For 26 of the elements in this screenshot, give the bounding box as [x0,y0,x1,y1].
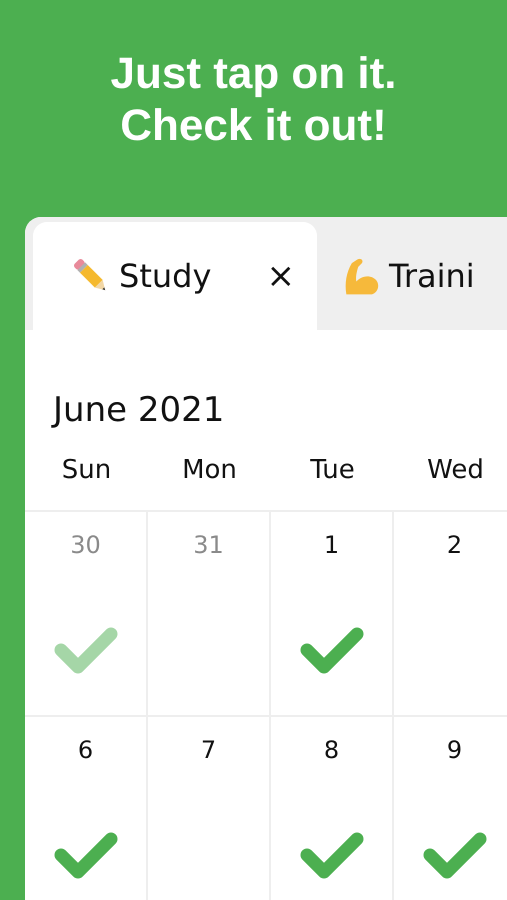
day-number: 2 [446,530,462,560]
tab-label[interactable]: Study [119,257,212,295]
day-cell[interactable]: 6 [25,717,148,900]
day-number: 6 [78,735,94,765]
day-number: 30 [70,530,101,560]
tab-label[interactable]: Traini [389,257,475,295]
day-cell[interactable]: 9 [394,717,507,900]
weekday-label: Wed [426,454,485,487]
tab[interactable]: Study × [33,222,317,330]
weekday-label: Tue [309,454,356,487]
day-cell[interactable]: 7 [148,717,271,900]
day-number: 31 [193,530,224,560]
close-button[interactable]: × [266,259,295,293]
day-cell[interactable]: 2 [394,512,507,715]
weekday-label: Sun [60,454,112,487]
day-number: 8 [324,735,340,765]
day-cell[interactable]: 1 [271,512,394,715]
day-cell[interactable]: 8 [271,717,394,900]
weekday-label: Mon [181,454,238,487]
month-title: June 2021 [50,389,226,430]
headline: Check it out! [120,100,387,152]
day-number: 1 [324,530,340,560]
day-number: 7 [200,735,216,765]
day-number: 9 [446,735,462,765]
tab[interactable]: Traini [317,222,497,330]
headline: Just tap on it. [110,48,396,100]
